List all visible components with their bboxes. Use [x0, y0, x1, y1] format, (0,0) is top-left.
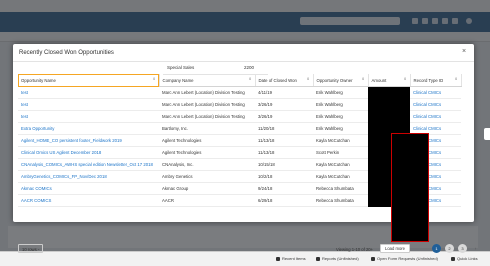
company-name-cell: Ambry Genetics — [159, 170, 255, 183]
footer-label: Recent Items — [282, 256, 306, 261]
table-row[interactable]: test Marc Ann Lebert (Location) Division … — [18, 98, 461, 111]
table-header-row: Opportunity Name ⇕ Company Name ⇕ Date o… — [18, 74, 462, 87]
table-pager: 10 rows ⌄ Viewing 1-10 of 20+ Load more … — [18, 244, 476, 256]
company-name-cell: Marc Ann Lebert (Location) Division Test… — [159, 98, 255, 111]
date-closed-won-cell: 9/24/18 — [255, 182, 313, 195]
column-header-label: Date of Closed Won — [258, 77, 297, 83]
opportunity-owner-cell: Kayla McCutchan — [313, 170, 368, 183]
footer-label: Reports (Unfinished) — [322, 256, 359, 261]
opportunity-name-link[interactable]: test — [18, 110, 159, 123]
column-header-label: Opportunity Owner — [316, 77, 353, 83]
table-row[interactable]: test Marc Ann Lebert (Location) Division … — [18, 110, 461, 123]
column-header-label: Company Name — [162, 77, 194, 83]
date-closed-won-cell: 11/13/18 — [255, 134, 313, 147]
sort-icon[interactable]: ⇕ — [455, 77, 458, 81]
column-header-company-name[interactable]: Company Name ⇕ — [159, 74, 256, 87]
opportunity-name-link[interactable]: Agilent_HOME_CO persistent footer_Fieldw… — [18, 134, 159, 147]
opportunity-name-link[interactable]: Akmac COMICs — [18, 182, 159, 195]
opportunity-owner-cell: Kayla McCutchan — [313, 134, 368, 147]
opportunity-owner-cell: Kayla McCutchan — [313, 158, 368, 171]
link-icon — [451, 256, 455, 261]
footer-reports[interactable]: Reports (Unfinished) — [316, 256, 359, 261]
sort-icon[interactable]: ⇕ — [362, 77, 365, 81]
date-closed-won-cell: 11/13/18 — [255, 146, 313, 159]
report-icon — [316, 256, 320, 261]
opportunity-owner-cell: Erik Wahlberg — [313, 86, 368, 99]
form-icon — [371, 256, 375, 261]
filter-label: Special Sales — [167, 65, 195, 70]
page-button-2[interactable]: 2 — [445, 244, 454, 253]
opportunity-name-link[interactable]: test — [18, 98, 159, 111]
opportunity-owner-cell: Erik Wahlberg — [313, 122, 368, 135]
close-icon[interactable]: × — [460, 48, 468, 56]
date-closed-won-cell: 3/26/19 — [255, 98, 313, 111]
footer-quick-links[interactable]: Quick Links — [451, 256, 478, 261]
opportunity-owner-cell: Erik Wahlberg — [313, 98, 368, 111]
company-name-cell: Marc Ann Lebert (Location) Division Test… — [159, 86, 255, 99]
date-closed-won-cell: 10/2/18 — [255, 170, 313, 183]
opportunity-name-link[interactable]: CNAnalysis_COMICs_AWHS special edition N… — [18, 158, 159, 171]
date-closed-won-cell: 11/20/18 — [255, 122, 313, 135]
page-button-3[interactable]: 3 — [458, 244, 467, 253]
rows-per-page-select[interactable]: 10 rows ⌄ — [18, 244, 43, 253]
opportunity-owner-cell: Rebecca Shumbata — [313, 194, 368, 207]
column-header-date-closed-won[interactable]: Date of Closed Won ⇕ — [255, 74, 314, 87]
filter-value: 2200 — [244, 65, 255, 70]
opportunity-owner-cell: Scott Perkin — [313, 146, 368, 159]
record-type-link[interactable]: Clinical CMICs — [410, 98, 461, 111]
modal-divider — [13, 61, 474, 62]
footer-label: Quick Links — [457, 256, 478, 261]
footer-recent-items[interactable]: Recent Items — [276, 256, 306, 261]
amount-redacted-block — [391, 133, 429, 242]
modal-title: Recently Closed Won Opportunities — [19, 50, 114, 56]
date-closed-won-cell: 3/26/19 — [255, 110, 313, 123]
opportunity-name-link[interactable]: Extra Opportunity — [18, 122, 159, 135]
record-type-link[interactable]: Clinical CMICs — [410, 110, 461, 123]
company-name-cell: CNAnalysis, Inc. — [159, 158, 255, 171]
column-header-amount[interactable]: Amount ⇕ — [368, 74, 411, 87]
record-type-link[interactable]: Clinical CMICs — [410, 86, 461, 99]
date-closed-won-cell: 10/15/18 — [255, 158, 313, 171]
amount-cell — [368, 98, 410, 111]
clock-icon — [276, 256, 280, 261]
closed-won-modal: Recently Closed Won Opportunities × Spec… — [13, 44, 476, 253]
sort-icon[interactable]: ⇕ — [307, 77, 310, 81]
opportunity-name-link[interactable]: AACR COMICS — [18, 194, 159, 207]
company-name-cell: AACR — [159, 194, 255, 207]
sort-icon[interactable]: ⇕ — [249, 77, 252, 81]
sort-icon[interactable]: ⇕ — [153, 77, 156, 81]
company-name-cell: Agilent Technologies — [159, 134, 255, 147]
column-header-opportunity-name[interactable]: Opportunity Name ⇕ — [18, 74, 160, 87]
company-name-cell: Marc Ann Lebert (Location) Division Test… — [159, 110, 255, 123]
date-closed-won-cell: 6/29/18 — [255, 194, 313, 207]
opportunity-owner-cell: Erik Wahlberg — [313, 110, 368, 123]
sort-icon[interactable]: ⇕ — [404, 77, 407, 81]
load-more-button[interactable]: Load more — [380, 244, 410, 253]
chevron-down-icon: ⌄ — [37, 247, 40, 251]
column-header-record-type-id[interactable]: Record Type ID ⇕ — [410, 74, 462, 87]
opportunity-name-link[interactable]: AmbryGenetics_COMICs_FP_Nov/Dec 2018 — [18, 170, 159, 183]
side-feedback-tab[interactable] — [484, 128, 490, 140]
column-header-label: Record Type ID — [413, 77, 444, 83]
column-header-opportunity-owner[interactable]: Opportunity Owner ⇕ — [313, 74, 369, 87]
company-name-cell: Akmac Group — [159, 182, 255, 195]
opportunity-name-link[interactable]: test — [18, 86, 159, 99]
footer-open-form-requests[interactable]: Open Form Requests (Unfinished) — [371, 256, 438, 261]
column-header-label: Amount — [371, 77, 387, 83]
viewing-count: Viewing 1-10 of 20+ — [336, 247, 374, 252]
table-row[interactable]: test Marc Ann Lebert (Location) Division … — [18, 86, 461, 99]
amount-cell — [368, 110, 410, 123]
company-name-cell: Agilent Technologies — [159, 146, 255, 159]
rows-per-page-value: 10 rows — [22, 247, 37, 252]
date-closed-won-cell: 4/11/19 — [255, 86, 313, 99]
page-button-1[interactable]: 1 — [432, 244, 441, 253]
next-page-icon[interactable]: › — [471, 244, 480, 253]
footer-label: Open Form Requests (Unfinished) — [377, 256, 438, 261]
column-header-label: Opportunity Name — [21, 77, 56, 83]
opportunity-name-link[interactable]: Clinical Omics US Agilent December 2018 — [18, 146, 159, 159]
company-name-cell: Bartlomy, Inc. — [159, 122, 255, 135]
amount-cell — [368, 86, 410, 99]
opportunity-owner-cell: Rebecca Shumbata — [313, 182, 368, 195]
